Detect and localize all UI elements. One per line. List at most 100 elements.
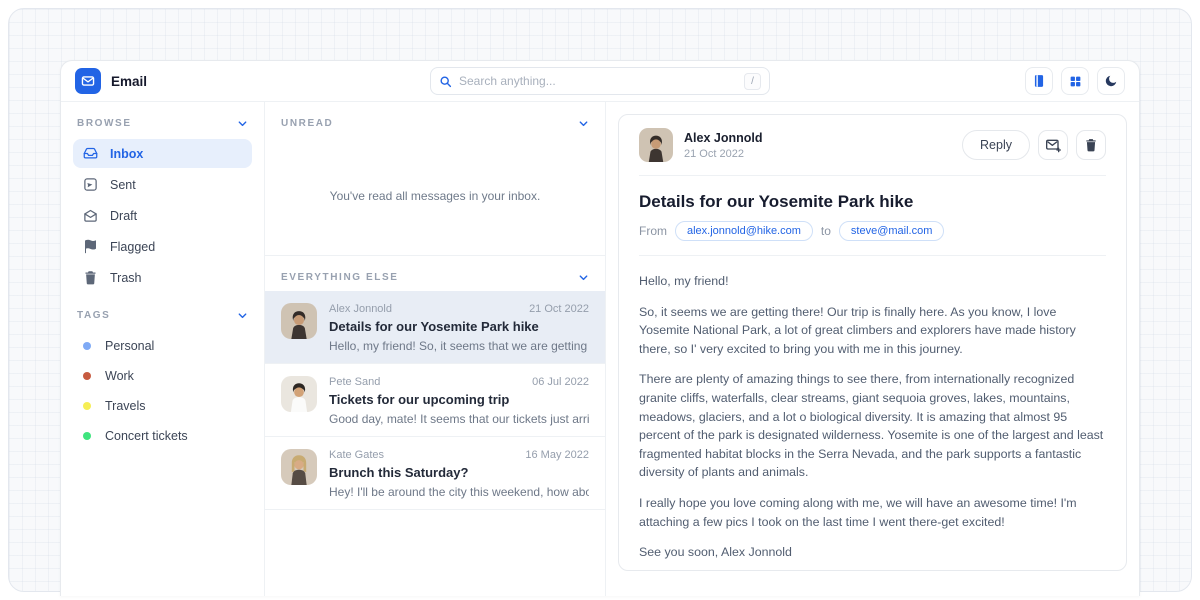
unread-empty-state: You've read all messages in your inbox.: [265, 137, 605, 255]
sidebar-item-label: Flagged: [110, 240, 155, 254]
email-subject: Brunch this Saturday?: [329, 465, 589, 480]
sidebar: BROWSE Inbox Sent: [61, 102, 264, 596]
app-header: Email /: [61, 61, 1139, 102]
notebook-button[interactable]: [1025, 67, 1053, 95]
email-sender: Kate Gates: [329, 449, 384, 461]
to-label: to: [821, 224, 831, 238]
search-input[interactable]: [459, 74, 737, 88]
unread-empty-text: You've read all messages in your inbox.: [330, 189, 541, 203]
from-address-pill[interactable]: alex.jonnold@hike.com: [675, 221, 813, 241]
tag-dot-icon: [83, 402, 91, 410]
email-sender: Pete Sand: [329, 376, 380, 388]
app-body: BROWSE Inbox Sent: [61, 102, 1139, 596]
sender-block: Alex Jonnold 21 Oct 2022: [684, 131, 762, 160]
moon-icon: [1104, 74, 1118, 88]
tag-dot-icon: [83, 342, 91, 350]
avatar: [639, 128, 673, 162]
sidebar-item-label: Inbox: [110, 147, 143, 161]
body-paragraph: Hello, my friend!: [639, 272, 1106, 291]
envelope-plus-icon: [1045, 137, 1061, 153]
detail-sender-name: Alex Jonnold: [684, 131, 762, 145]
email-date: 16 May 2022: [525, 449, 589, 461]
book-icon: [1032, 74, 1046, 88]
apps-button[interactable]: [1061, 67, 1089, 95]
tag-dot-icon: [83, 432, 91, 440]
chevron-down-icon[interactable]: [237, 118, 248, 129]
everything-else-section-header[interactable]: EVERYTHING ELSE: [265, 256, 605, 291]
detail-date: 21 Oct 2022: [684, 148, 762, 160]
grid-icon: [1069, 75, 1082, 88]
app-logo-wrap: Email: [75, 68, 147, 94]
body-paragraph: There are plenty of amazing things to se…: [639, 370, 1106, 482]
forward-button[interactable]: [1038, 130, 1068, 160]
sidebar-item-label: Sent: [110, 178, 136, 192]
from-to-row: From alex.jonnold@hike.com to steve@mail…: [639, 212, 1106, 255]
email-preview: Hello, my friend! So, it seems that we a…: [329, 339, 589, 353]
email-preview: Hey! I'll be around the city this weeken…: [329, 485, 589, 499]
tags-label: TAGS: [77, 310, 110, 321]
email-summary: Kate Gates 16 May 2022 Brunch this Satur…: [329, 449, 589, 499]
avatar: [281, 303, 317, 339]
email-detail-area: Alex Jonnold 21 Oct 2022 Reply: [606, 102, 1139, 596]
draft-icon: [83, 208, 98, 223]
unread-label: UNREAD: [281, 118, 333, 129]
search-shortcut-badge: /: [744, 73, 761, 90]
everything-else-label: EVERYTHING ELSE: [281, 272, 399, 283]
tag-label: Personal: [105, 339, 154, 353]
tag-item-travels[interactable]: Travels: [73, 391, 252, 421]
body-paragraph: So, it seems we are getting there! Our t…: [639, 303, 1106, 359]
sent-icon: [83, 177, 98, 192]
search-box[interactable]: /: [430, 67, 770, 95]
tag-dot-icon: [83, 372, 91, 380]
email-sender: Alex Jonnold: [329, 303, 392, 315]
sidebar-item-draft[interactable]: Draft: [73, 201, 252, 230]
email-list-item-kate[interactable]: Kate Gates 16 May 2022 Brunch this Satur…: [265, 437, 605, 510]
browse-section-header[interactable]: BROWSE: [73, 116, 252, 139]
sidebar-item-trash[interactable]: Trash: [73, 263, 252, 292]
email-list-item-alex[interactable]: Alex Jonnold 21 Oct 2022 Details for our…: [265, 291, 605, 364]
unread-section-header[interactable]: UNREAD: [265, 102, 605, 137]
sidebar-item-label: Trash: [110, 271, 142, 285]
email-summary: Alex Jonnold 21 Oct 2022 Details for our…: [329, 303, 589, 353]
tags-section-header[interactable]: TAGS: [73, 308, 252, 331]
browse-label: BROWSE: [77, 118, 132, 129]
avatar: [281, 376, 317, 412]
email-app-window: Email /: [60, 60, 1140, 596]
tag-item-concert-tickets[interactable]: Concert tickets: [73, 421, 252, 451]
tag-item-personal[interactable]: Personal: [73, 331, 252, 361]
trash-icon: [83, 270, 98, 285]
email-summary: Pete Sand 06 Jul 2022 Tickets for our up…: [329, 376, 589, 426]
tag-label: Work: [105, 369, 134, 383]
email-date: 21 Oct 2022: [529, 303, 589, 315]
app-title: Email: [111, 74, 147, 89]
from-label: From: [639, 224, 667, 238]
sidebar-item-inbox[interactable]: Inbox: [73, 139, 252, 168]
detail-actions: Reply: [962, 130, 1106, 160]
detail-header: Alex Jonnold 21 Oct 2022 Reply: [639, 115, 1106, 175]
trash-icon: [1084, 138, 1098, 152]
email-date: 06 Jul 2022: [532, 376, 589, 388]
sidebar-item-sent[interactable]: Sent: [73, 170, 252, 199]
email-subject: Tickets for our upcoming trip: [329, 392, 589, 407]
dark-mode-button[interactable]: [1097, 67, 1125, 95]
email-subject: Details for our Yosemite Park hike: [329, 319, 589, 334]
delete-button[interactable]: [1076, 130, 1106, 160]
inbox-icon: [83, 146, 98, 161]
sidebar-item-flagged[interactable]: Flagged: [73, 232, 252, 261]
reply-button[interactable]: Reply: [962, 130, 1030, 160]
body-paragraph: I really hope you love coming along with…: [639, 494, 1106, 531]
flag-icon: [83, 239, 98, 254]
tag-label: Travels: [105, 399, 146, 413]
chevron-down-icon[interactable]: [578, 272, 589, 283]
email-list-item-pete[interactable]: Pete Sand 06 Jul 2022 Tickets for our up…: [265, 364, 605, 437]
tag-item-work[interactable]: Work: [73, 361, 252, 391]
chevron-down-icon[interactable]: [578, 118, 589, 129]
to-address-pill[interactable]: steve@mail.com: [839, 221, 944, 241]
email-logo-icon: [75, 68, 101, 94]
email-body: Hello, my friend! So, it seems we are ge…: [639, 256, 1106, 571]
body-paragraph: See you soon, Alex Jonnold: [639, 543, 1106, 562]
sidebar-item-label: Draft: [110, 209, 137, 223]
chevron-down-icon[interactable]: [237, 310, 248, 321]
email-list-column: UNREAD You've read all messages in your …: [264, 102, 606, 596]
avatar: [281, 449, 317, 485]
